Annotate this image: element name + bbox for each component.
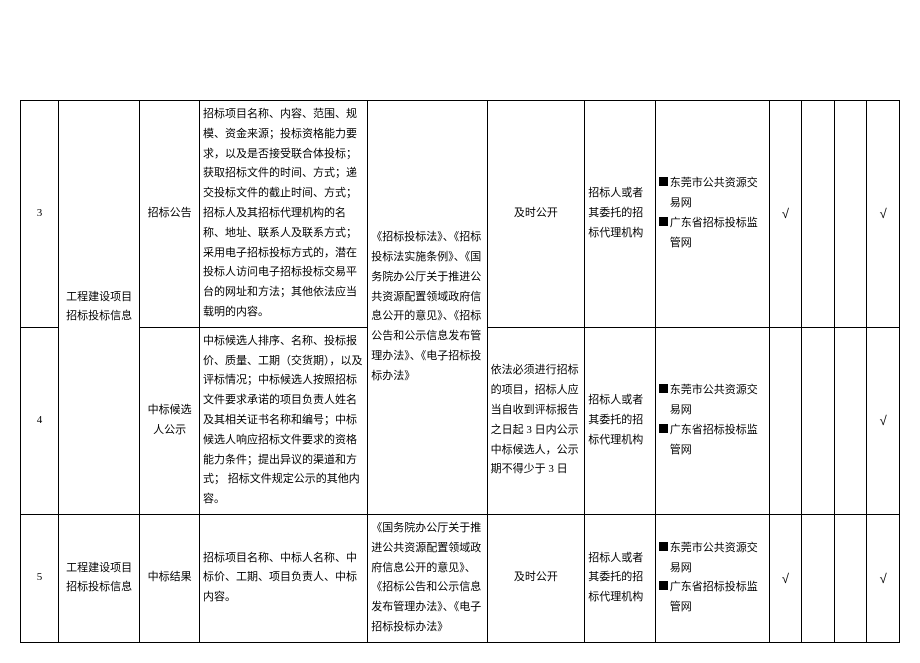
check-cell: √: [867, 514, 900, 642]
square-icon: [659, 384, 668, 393]
sub-category-cell: 招标公告: [140, 101, 200, 328]
channel-label: 广东省招标投标监管网: [670, 214, 766, 254]
bidding-info-table: 3 工程建设项目招标投标信息 招标公告 招标项目名称、内容、范围、规模、资金来源…: [20, 100, 900, 643]
check-cell: [834, 327, 867, 514]
row-index: 3: [21, 101, 59, 328]
row-index: 4: [21, 327, 59, 514]
square-icon: [659, 424, 668, 433]
basis-cell: 《招标投标法》、《招标投标法实施条例》、《国务院办公厅关于推进公共资源配置领域政…: [368, 101, 487, 515]
channel-label: 东莞市公共资源交易网: [670, 381, 766, 421]
category-cell: 工程建设项目招标投标信息: [58, 514, 139, 642]
check-cell: [834, 514, 867, 642]
channel-label: 东莞市公共资源交易网: [670, 539, 766, 579]
time-cell: 依法必须进行招标的项目，招标人应当自收到评标报告之日起 3 日内公示中标候选人，…: [487, 327, 585, 514]
check-cell: √: [867, 101, 900, 328]
channel-cell: 东莞市公共资源交易网 广东省招标投标监管网: [655, 327, 769, 514]
check-cell: [769, 327, 802, 514]
square-icon: [659, 542, 668, 551]
check-cell: [834, 101, 867, 328]
channel-label: 广东省招标投标监管网: [670, 421, 766, 461]
subject-cell: 招标人或者其委托的招标代理机构: [585, 514, 656, 642]
check-cell: √: [769, 514, 802, 642]
check-cell: [802, 514, 835, 642]
subject-cell: 招标人或者其委托的招标代理机构: [585, 327, 656, 514]
channel-cell: 东莞市公共资源交易网 广东省招标投标监管网: [655, 514, 769, 642]
basis-cell: 《国务院办公厅关于推进公共资源配置领域政府信息公开的意见》、《招标公告和公示信息…: [368, 514, 487, 642]
channel-cell: 东莞市公共资源交易网 广东省招标投标监管网: [655, 101, 769, 328]
square-icon: [659, 217, 668, 226]
content-cell: 招标项目名称、中标人名称、中标价、工期、项目负责人、中标内容。: [200, 514, 368, 642]
table-row: 3 工程建设项目招标投标信息 招标公告 招标项目名称、内容、范围、规模、资金来源…: [21, 101, 900, 328]
row-index: 5: [21, 514, 59, 642]
check-cell: √: [867, 327, 900, 514]
check-cell: [802, 327, 835, 514]
content-cell: 中标候选人排序、名称、投标报价、质量、工期（交货期），以及评标情况；中标候选人按…: [200, 327, 368, 514]
sub-category-cell: 中标候选人公示: [140, 327, 200, 514]
category-cell: 工程建设项目招标投标信息: [58, 101, 139, 515]
time-cell: 及时公开: [487, 514, 585, 642]
subject-cell: 招标人或者其委托的招标代理机构: [585, 101, 656, 328]
channel-label: 东莞市公共资源交易网: [670, 174, 766, 214]
square-icon: [659, 177, 668, 186]
sub-category-cell: 中标结果: [140, 514, 200, 642]
table-row: 5 工程建设项目招标投标信息 中标结果 招标项目名称、中标人名称、中标价、工期、…: [21, 514, 900, 642]
check-cell: [802, 101, 835, 328]
time-cell: 及时公开: [487, 101, 585, 328]
check-cell: √: [769, 101, 802, 328]
channel-label: 广东省招标投标监管网: [670, 578, 766, 618]
content-cell: 招标项目名称、内容、范围、规模、资金来源；投标资格能力要求，以及是否接受联合体投…: [200, 101, 368, 328]
square-icon: [659, 581, 668, 590]
